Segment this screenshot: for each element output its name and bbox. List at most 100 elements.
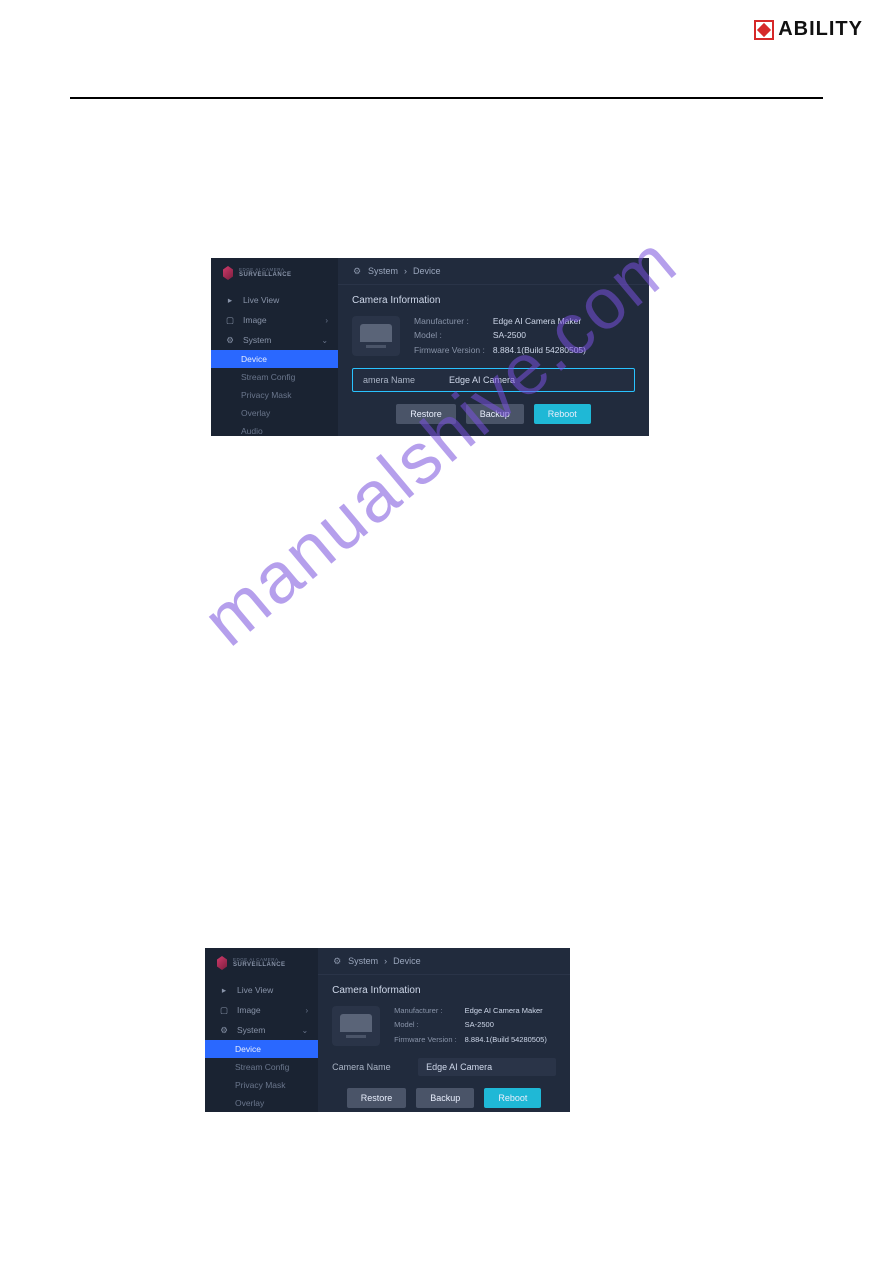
nav-label: Live View (243, 295, 279, 305)
nav-label: Image (243, 315, 267, 325)
gear-icon: ⚙ (352, 266, 362, 276)
k-model: Model : (414, 330, 485, 341)
button-row: Restore Backup Reboot (352, 404, 635, 424)
camera-name-input[interactable] (418, 1058, 556, 1076)
crumb-device: Device (413, 266, 441, 276)
sidebar: EDGE AI CAMERA SURVEILLANCE ▸ Live View … (211, 258, 338, 436)
nav-image[interactable]: ▢ Image › (205, 1000, 318, 1020)
camera-image-icon (352, 316, 400, 356)
nav-sub-audio[interactable]: Audio (211, 422, 338, 436)
k-firmware: Firmware Version : (414, 345, 485, 356)
info-kv: Manufacturer : Edge AI Camera Maker Mode… (394, 1006, 547, 1046)
nav-sub-overlay[interactable]: Overlay (211, 404, 338, 422)
chevron-down-icon: ⌄ (301, 1026, 308, 1035)
nav-sub-label: Overlay (241, 408, 270, 418)
nav-sub-privacy-mask[interactable]: Privacy Mask (211, 386, 338, 404)
panel-title: Camera Information (352, 295, 635, 306)
nav-sub-privacy-mask[interactable]: Privacy Mask (205, 1076, 318, 1094)
main-panel: ⚙ System › Device Camera Information Man… (318, 948, 570, 1112)
sidebar: EDGE AI CAMERA SURVEILLANCE ▸ Live View … (205, 948, 318, 1112)
nav-sub-label: Device (235, 1044, 261, 1054)
nav-sub-label: Overlay (235, 1098, 264, 1108)
backup-button[interactable]: Backup (466, 404, 524, 424)
nav-live-view[interactable]: ▸ Live View (205, 980, 318, 1000)
play-icon: ▸ (219, 985, 229, 995)
nav-sub-device[interactable]: Device (211, 350, 338, 368)
screenshot-2: EDGE AI CAMERA SURVEILLANCE ▸ Live View … (205, 948, 570, 1112)
v-manufacturer: Edge AI Camera Maker (465, 1006, 547, 1017)
brand-text: EDGE AI CAMERA SURVEILLANCE (233, 958, 286, 969)
info-row: Manufacturer : Edge AI Camera Maker Mode… (352, 316, 635, 356)
nav-sub-overlay[interactable]: Overlay (205, 1094, 318, 1112)
nav-sub-label: Privacy Mask (241, 390, 292, 400)
breadcrumb: ⚙ System › Device (318, 948, 570, 975)
camera-name-row: amera Name (352, 368, 635, 392)
nav-sub-device[interactable]: Device (205, 1040, 318, 1058)
button-row: Restore Backup Reboot (332, 1088, 556, 1108)
backup-button[interactable]: Backup (416, 1088, 474, 1108)
reboot-button[interactable]: Reboot (534, 404, 591, 424)
main-panel: ⚙ System › Device Camera Information Man… (338, 258, 649, 436)
k-manufacturer: Manufacturer : (394, 1006, 457, 1017)
nav-label: Image (237, 1005, 261, 1015)
chevron-right-icon: › (404, 266, 407, 276)
gear-icon: ⚙ (332, 956, 342, 966)
nav-system[interactable]: ⚙ System ⌄ (205, 1020, 318, 1040)
nav-label: Live View (237, 985, 273, 995)
nav-live-view[interactable]: ▸ Live View (211, 290, 338, 310)
reboot-button[interactable]: Reboot (484, 1088, 541, 1108)
panel: Camera Information Manufacturer : Edge A… (318, 975, 570, 1112)
info-row: Manufacturer : Edge AI Camera Maker Mode… (332, 1006, 556, 1046)
brand-mark-icon (217, 956, 227, 970)
breadcrumb: ⚙ System › Device (338, 258, 649, 285)
brand-text: EDGE AI CAMERA SURVEILLANCE (239, 268, 292, 279)
v-firmware: 8.884.1(Build 54280505) (465, 1035, 547, 1046)
restore-button[interactable]: Restore (347, 1088, 407, 1108)
nav-sub-stream-config[interactable]: Stream Config (211, 368, 338, 386)
chevron-right-icon: › (384, 956, 387, 966)
nav-sub-label: Stream Config (235, 1062, 289, 1072)
nav-sub-label: Stream Config (241, 372, 295, 382)
crumb-system[interactable]: System (348, 956, 378, 966)
crumb-device: Device (393, 956, 421, 966)
header-divider (70, 97, 823, 99)
app-brand: EDGE AI CAMERA SURVEILLANCE (205, 948, 318, 980)
crumb-system[interactable]: System (368, 266, 398, 276)
app-brand: EDGE AI CAMERA SURVEILLANCE (211, 258, 338, 290)
screenshot-1: EDGE AI CAMERA SURVEILLANCE ▸ Live View … (211, 258, 649, 436)
nav: ▸ Live View ▢ Image › ⚙ System ⌄ Device … (205, 980, 318, 1112)
gear-icon: ⚙ (219, 1025, 229, 1035)
restore-button[interactable]: Restore (396, 404, 456, 424)
nav-image[interactable]: ▢ Image › (211, 310, 338, 330)
nav-label: System (237, 1025, 265, 1035)
camera-name-row: Camera Name (332, 1058, 556, 1076)
k-manufacturer: Manufacturer : (414, 316, 485, 327)
panel-title: Camera Information (332, 985, 556, 996)
logo-text: ABILITY (778, 18, 863, 41)
nav-sub-label: Device (241, 354, 267, 364)
info-kv: Manufacturer : Edge AI Camera Maker Mode… (414, 316, 586, 356)
panel: Camera Information Manufacturer : Edge A… (338, 285, 649, 436)
brand-bot: SURVEILLANCE (233, 962, 286, 968)
play-icon: ▸ (225, 295, 235, 305)
v-manufacturer: Edge AI Camera Maker (493, 316, 586, 327)
camera-name-label: Camera Name (332, 1062, 404, 1072)
nav-label: System (243, 335, 271, 345)
k-firmware: Firmware Version : (394, 1035, 457, 1046)
v-firmware: 8.884.1(Build 54280505) (493, 345, 586, 356)
chevron-down-icon: ⌄ (321, 336, 328, 345)
gear-icon: ⚙ (225, 335, 235, 345)
nav-sub-stream-config[interactable]: Stream Config (205, 1058, 318, 1076)
nav-system[interactable]: ⚙ System ⌄ (211, 330, 338, 350)
brand-bot: SURVEILLANCE (239, 272, 292, 278)
chevron-right-icon: › (325, 316, 328, 325)
brand-mark-icon (223, 266, 233, 280)
image-icon: ▢ (225, 315, 235, 325)
nav-sub-label: Privacy Mask (235, 1080, 286, 1090)
v-model: SA-2500 (493, 330, 586, 341)
camera-name-input[interactable] (449, 375, 624, 385)
logo-mark-icon (754, 20, 774, 40)
brand-logo: ABILITY (754, 18, 863, 41)
camera-image-icon (332, 1006, 380, 1046)
camera-name-label: amera Name (363, 375, 435, 385)
